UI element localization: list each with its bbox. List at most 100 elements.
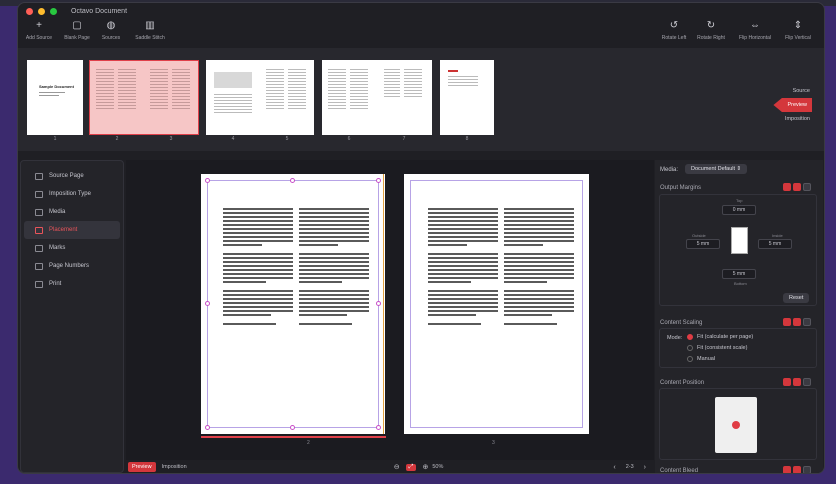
copy-icon[interactable] [803, 183, 811, 191]
link-icon[interactable] [783, 183, 791, 191]
inside-margin-field[interactable]: 5 mm [758, 239, 792, 249]
text-line [504, 212, 574, 214]
sidebar-item-media[interactable]: Media [24, 203, 120, 221]
link-icon[interactable] [783, 466, 791, 473]
text-line [223, 228, 293, 230]
copy-icon[interactable] [803, 378, 811, 386]
output-margins-toggles [783, 183, 811, 191]
add-source-button[interactable]: + Add Source [19, 20, 59, 41]
thumbnail-text-block [404, 69, 422, 97]
rotate-right-button[interactable]: ↻ Rotate Right [691, 20, 731, 41]
resize-handle[interactable] [376, 425, 381, 430]
text-line [504, 244, 543, 246]
source-view-tab[interactable]: Source [773, 84, 810, 98]
flip-horizontal-button[interactable]: ⇔ Flip Horizontal [735, 20, 775, 41]
reset-margins-button[interactable]: Reset [783, 293, 810, 303]
next-page-icon[interactable]: › [644, 464, 646, 471]
page-thumbnail[interactable]: Sample Document [27, 60, 83, 135]
thumbnail-text-block [384, 69, 400, 97]
text-line [299, 323, 353, 325]
imposition-mode-button[interactable]: Imposition [158, 462, 191, 472]
resize-handle[interactable] [205, 178, 210, 183]
preview-mode-button[interactable]: Preview [128, 462, 156, 472]
output-margins-title: Output Margins [660, 185, 702, 191]
fit-zoom-icon[interactable]: ⤢ [405, 463, 417, 471]
page-icon[interactable] [793, 183, 801, 191]
resize-handle[interactable] [205, 425, 210, 430]
position-grid[interactable] [715, 397, 757, 453]
page-icon[interactable] [793, 318, 801, 326]
radio-icon [687, 345, 693, 351]
text-line [428, 216, 498, 218]
thumbnail-text-block [214, 94, 252, 114]
outside-margin-field[interactable]: 5 mm [686, 239, 720, 249]
bottom-margin-field[interactable]: 5 mm [722, 269, 756, 279]
mode-option-fit-per-page[interactable]: Fit (calculate per page) [687, 334, 753, 340]
page-thumbnail[interactable] [376, 60, 432, 135]
zoom-level: 50% [432, 464, 444, 470]
text-line [504, 220, 574, 222]
source-page-icon [35, 172, 43, 180]
preview-view-tab[interactable]: Preview [773, 98, 812, 112]
page-thumbnail[interactable] [440, 60, 494, 135]
mode-option-manual[interactable]: Manual [687, 356, 715, 362]
text-line [223, 257, 293, 259]
thumbnail-image-block [214, 72, 252, 88]
resize-handle[interactable] [376, 301, 381, 306]
content-position-title: Content Position [660, 380, 705, 386]
previous-page-icon[interactable]: ‹ [613, 464, 615, 471]
sidebar-item-page-numbers[interactable]: Page Numbers [24, 257, 120, 275]
sources-button[interactable]: ◍ Sources [91, 20, 131, 41]
rotate-left-button[interactable]: ↺ Rotate Left [654, 20, 694, 41]
margin-page-preview [731, 227, 748, 254]
link-icon[interactable] [783, 318, 791, 326]
close-window-button[interactable] [26, 8, 33, 15]
page-icon[interactable] [793, 466, 801, 473]
flip-vertical-button[interactable]: ⇕ Flip Vertical [778, 20, 818, 41]
resize-handle[interactable] [205, 301, 210, 306]
right-page[interactable] [404, 174, 589, 434]
zoom-window-button[interactable] [50, 8, 57, 15]
sidebar-item-marks[interactable]: Marks [24, 239, 120, 257]
text-line [223, 323, 277, 325]
page-thumbnail[interactable] [260, 60, 314, 135]
copy-icon[interactable] [803, 318, 811, 326]
link-icon[interactable] [783, 378, 791, 386]
sidebar-item-imposition-type[interactable]: Imposition Type [24, 185, 120, 203]
sidebar-item-placement[interactable]: Placement [24, 221, 120, 239]
left-page[interactable] [201, 174, 385, 434]
page-icon[interactable] [793, 378, 801, 386]
text-line [223, 310, 293, 312]
page-thumbnail[interactable] [322, 60, 376, 135]
text-line [428, 220, 498, 222]
window-title: Octavo Document [71, 8, 128, 15]
thumbnail-text-block [328, 69, 346, 109]
resize-handle[interactable] [290, 178, 295, 183]
position-center-dot[interactable] [732, 421, 740, 429]
thumbnail-text-block [448, 76, 478, 86]
copy-icon[interactable] [803, 466, 811, 473]
thumbnail-text-block [288, 69, 306, 109]
page-thumbnail[interactable] [206, 60, 260, 135]
text-line [299, 228, 369, 230]
zoom-out-icon[interactable]: ⊖ [394, 463, 400, 471]
top-margin-field[interactable]: 0 mm [722, 205, 756, 215]
sidebar-item-label: Print [49, 281, 62, 287]
mode-option-fit-consistent[interactable]: Fit (consistent scale) [687, 345, 747, 351]
media-select[interactable]: Document Default ⇕ [685, 164, 748, 174]
flip-vertical-icon: ⇕ [793, 20, 803, 31]
minimize-window-button[interactable] [38, 8, 45, 15]
text-line [223, 236, 293, 238]
text-line [223, 265, 293, 267]
resize-handle[interactable] [376, 178, 381, 183]
text-line [428, 323, 482, 325]
sidebar-item-source-page[interactable]: Source Page [24, 167, 120, 185]
sidebar-item-print[interactable]: Print [24, 275, 120, 293]
print-icon [35, 280, 43, 288]
resize-handle[interactable] [290, 425, 295, 430]
text-line [223, 314, 272, 316]
zoom-in-icon[interactable]: ⊕ [422, 463, 428, 471]
imposition-view-tab[interactable]: Imposition [773, 112, 810, 126]
saddle-stitch-dropdown[interactable]: ▥ Saddle Stitch [130, 20, 170, 41]
text-line [504, 236, 574, 238]
